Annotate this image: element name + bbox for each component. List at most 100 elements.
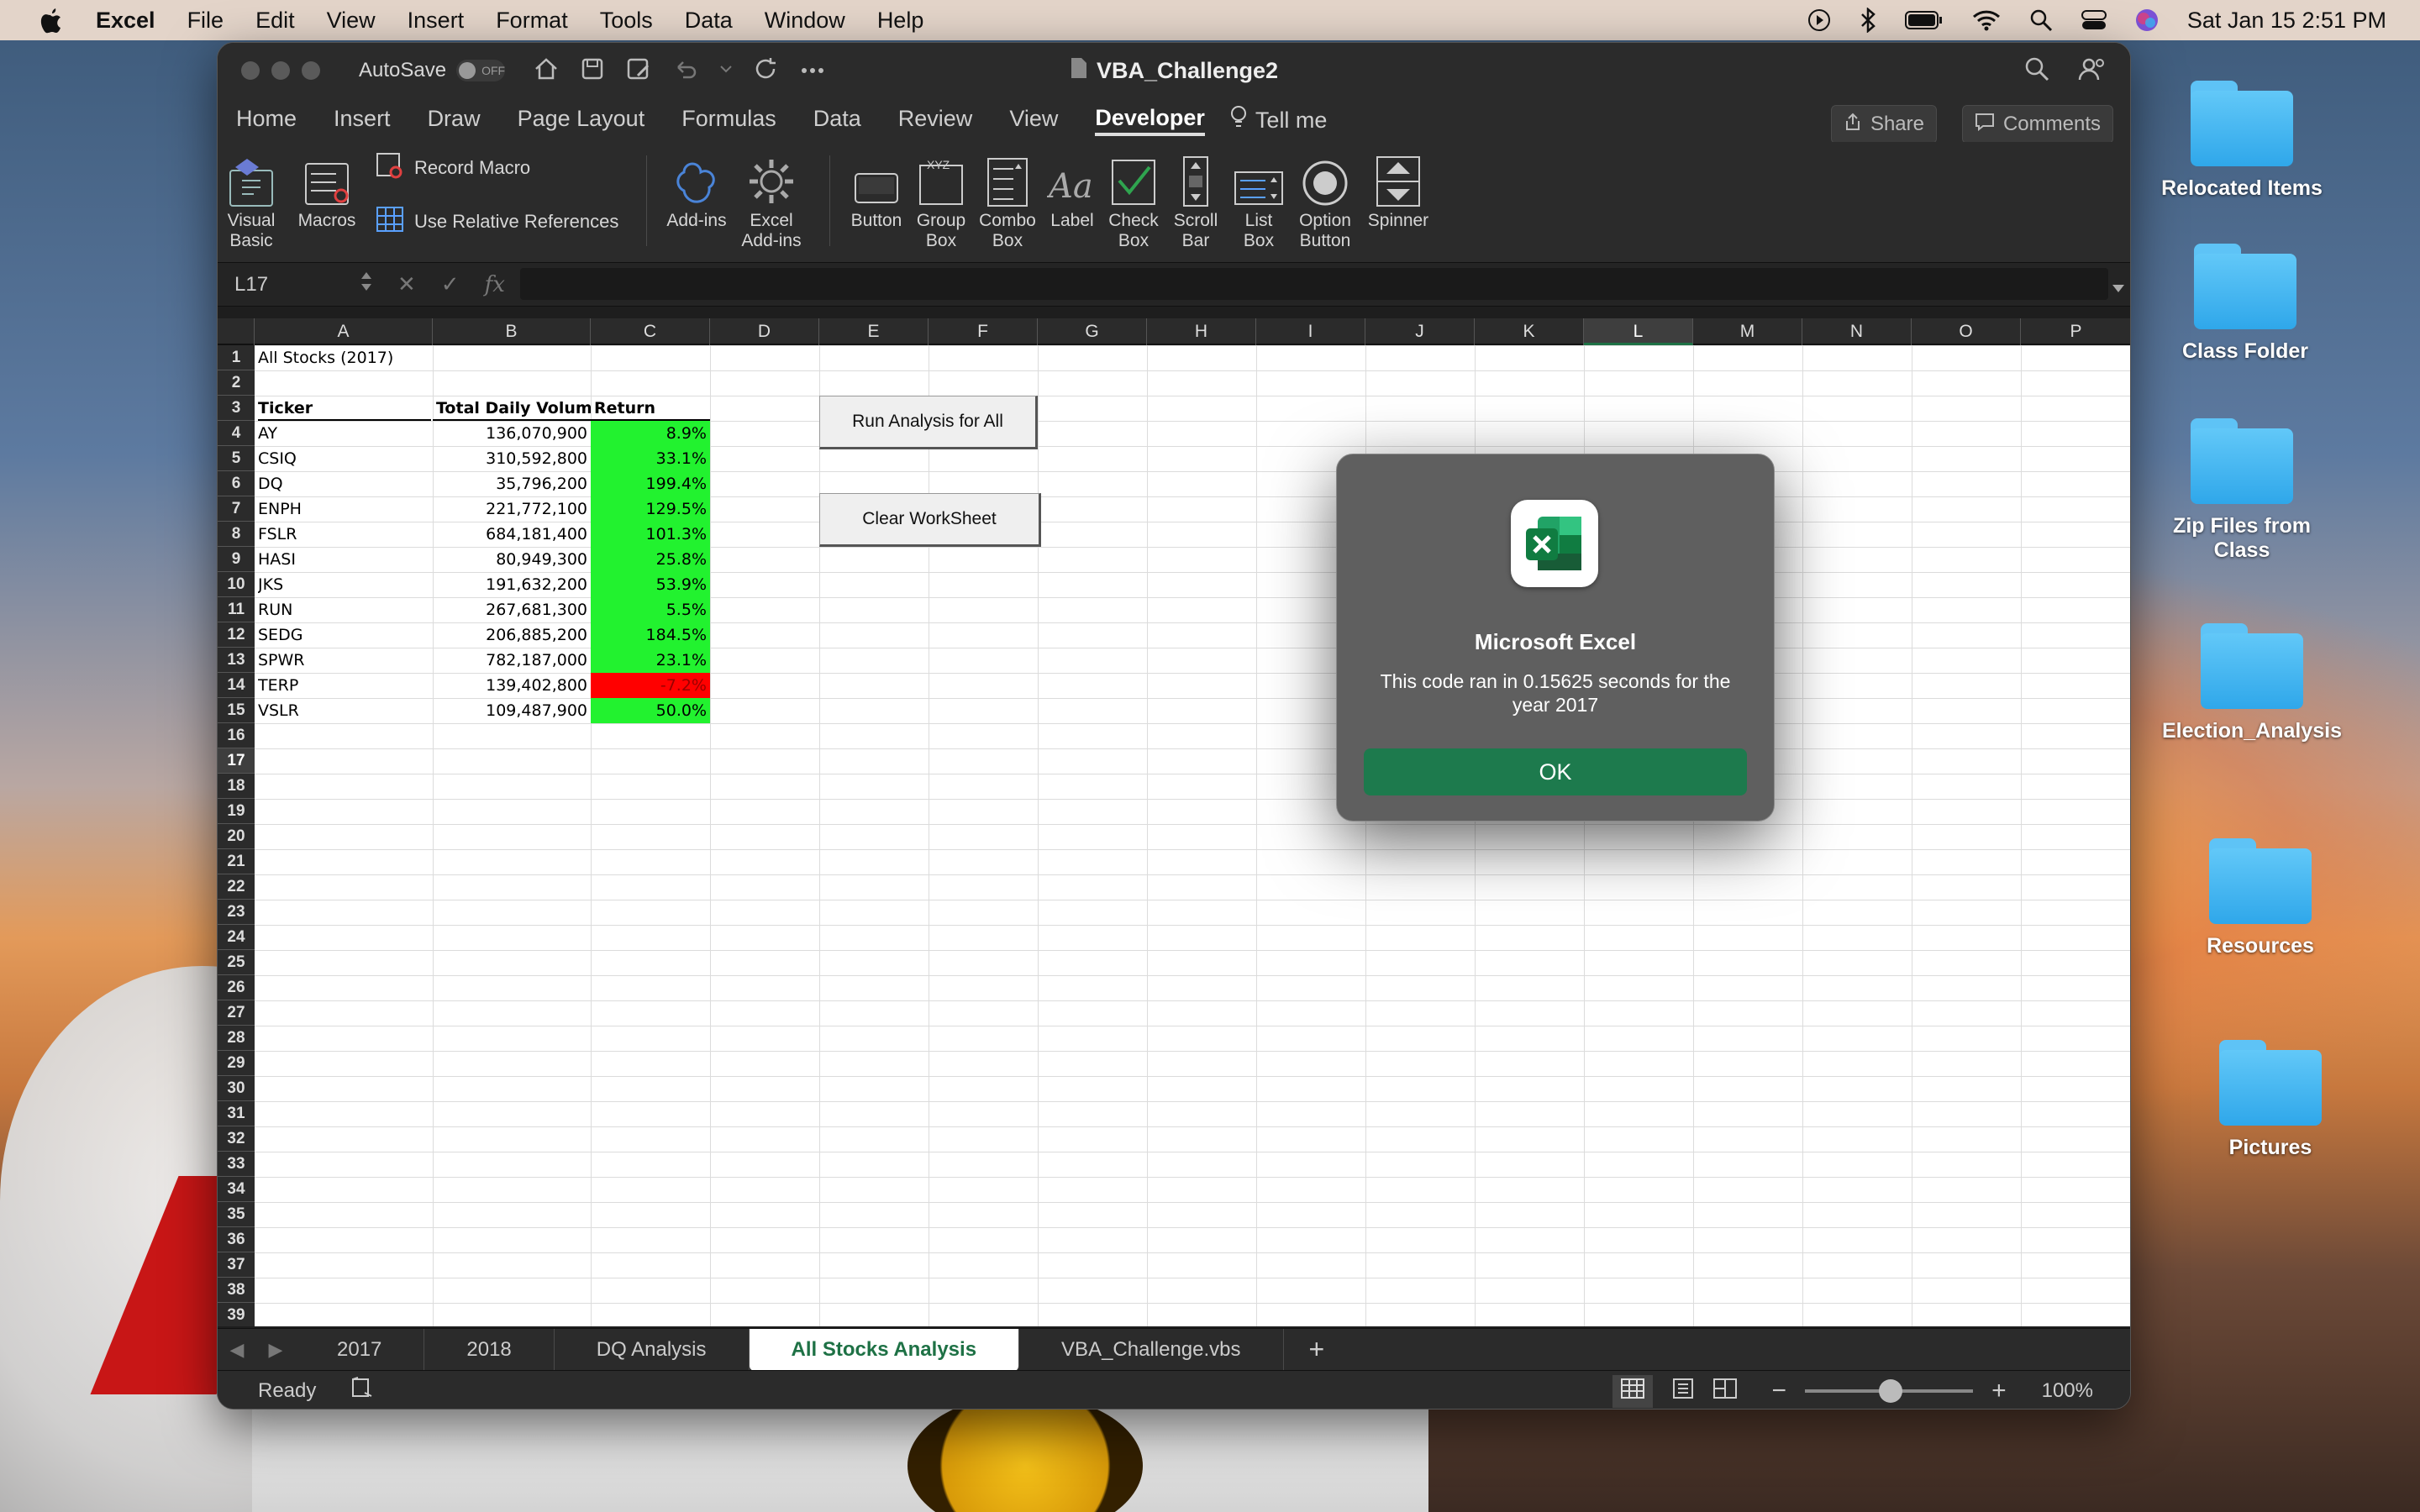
ticker-cell[interactable]: ENPH	[258, 496, 431, 522]
row-header[interactable]: 3	[218, 396, 255, 421]
row-header[interactable]: 30	[218, 1076, 255, 1101]
page-break-view-icon[interactable]	[1712, 1378, 1737, 1404]
return-cell[interactable]: 23.1%	[591, 648, 710, 673]
row-header[interactable]: 6	[218, 471, 255, 496]
redo-icon[interactable]	[754, 56, 779, 86]
row-header[interactable]: 20	[218, 824, 255, 849]
add-ins-button[interactable]: Add-ins	[661, 149, 732, 231]
ticker-cell[interactable]: SPWR	[258, 648, 431, 673]
search-icon[interactable]	[2024, 56, 2049, 86]
column-header[interactable]: C	[591, 318, 710, 345]
column-header[interactable]: P	[2021, 318, 2130, 345]
row-header[interactable]: 9	[218, 547, 255, 572]
column-header[interactable]: O	[1912, 318, 2021, 345]
row-header[interactable]: 21	[218, 849, 255, 874]
row-header[interactable]: 35	[218, 1202, 255, 1227]
label-control[interactable]: Aa Label	[1044, 149, 1100, 231]
share-button[interactable]: Share	[1830, 105, 1937, 144]
row-header[interactable]: 25	[218, 950, 255, 975]
accessibility-icon[interactable]	[350, 1376, 373, 1405]
row-header[interactable]: 19	[218, 799, 255, 824]
volume-cell[interactable]: 136,070,900	[433, 421, 591, 446]
row-header[interactable]: 23	[218, 900, 255, 925]
zoom-level[interactable]: 100%	[2042, 1379, 2093, 1403]
column-header[interactable]: J	[1365, 318, 1475, 345]
zoom-window-button[interactable]	[302, 61, 320, 80]
row-header[interactable]: 5	[218, 446, 255, 471]
row-header[interactable]: 1	[218, 345, 255, 370]
row-header[interactable]: 16	[218, 723, 255, 748]
row-header[interactable]: 18	[218, 774, 255, 799]
ticker-cell[interactable]: VSLR	[258, 698, 431, 723]
wifi-icon[interactable]	[1972, 9, 2001, 31]
row-header[interactable]: 38	[218, 1278, 255, 1303]
worksheet-grid[interactable]: A B C D E F G H I J K L M N O P 12345678…	[218, 318, 2130, 1326]
list-box-control[interactable]: List Box	[1229, 149, 1288, 251]
home-icon[interactable]	[534, 57, 559, 85]
ticker-cell[interactable]: RUN	[258, 597, 431, 622]
ok-button[interactable]: OK	[1364, 748, 1747, 795]
sheet-tab-all-stocks[interactable]: All Stocks Analysis	[749, 1328, 1020, 1371]
check-box-control[interactable]: Check Box	[1103, 149, 1164, 251]
desktop-folder-relocated-items[interactable]: Relocated Items	[2149, 81, 2334, 201]
ticker-cell[interactable]: DQ	[258, 471, 431, 496]
row-header[interactable]: 15	[218, 698, 255, 723]
use-relative-references-button[interactable]: Use Relative References	[376, 206, 618, 238]
desktop-folder-class-folder[interactable]: Class Folder	[2153, 244, 2338, 364]
sheet-tab-2017[interactable]: 2017	[295, 1328, 425, 1371]
option-button-control[interactable]: Option Button	[1292, 149, 1359, 251]
header-ticker[interactable]: Ticker	[258, 396, 431, 421]
volume-cell[interactable]: 267,681,300	[433, 597, 591, 622]
row-header[interactable]: 10	[218, 572, 255, 597]
tab-developer[interactable]: Developer	[1095, 105, 1205, 136]
row-header[interactable]: 37	[218, 1252, 255, 1278]
save-as-icon[interactable]	[626, 57, 651, 85]
add-sheet-button[interactable]: +	[1284, 1334, 1350, 1365]
formula-input[interactable]	[520, 268, 2108, 300]
menu-data[interactable]: Data	[685, 8, 733, 34]
column-header[interactable]: A	[255, 318, 433, 345]
column-header[interactable]: D	[710, 318, 819, 345]
row-header[interactable]: 2	[218, 370, 255, 396]
undo-icon[interactable]	[673, 57, 698, 85]
return-cell[interactable]: 184.5%	[591, 622, 710, 648]
close-window-button[interactable]	[241, 61, 260, 80]
sheet-tab-vba-challenge[interactable]: VBA_Challenge.vbs	[1019, 1328, 1284, 1371]
form-button-control[interactable]: Button	[844, 149, 908, 231]
menu-view[interactable]: View	[327, 8, 376, 34]
select-all-corner[interactable]	[218, 318, 255, 345]
row-header[interactable]: 12	[218, 622, 255, 648]
menu-edit[interactable]: Edit	[255, 8, 295, 34]
return-cell[interactable]: 101.3%	[591, 522, 710, 547]
tab-data[interactable]: Data	[813, 106, 861, 135]
ticker-cell[interactable]: FSLR	[258, 522, 431, 547]
visual-basic-button[interactable]: Visual Basic	[226, 149, 276, 251]
tell-me-search[interactable]: Tell me	[1230, 105, 1327, 136]
return-cell[interactable]: 25.8%	[591, 547, 710, 572]
desktop-folder-election-analysis[interactable]: Election_Analysis	[2160, 623, 2344, 743]
volume-cell[interactable]: 35,796,200	[433, 471, 591, 496]
tab-review[interactable]: Review	[898, 106, 973, 135]
record-macro-button[interactable]: Record Macro	[376, 152, 530, 184]
column-header[interactable]: K	[1475, 318, 1584, 345]
return-cell[interactable]: 53.9%	[591, 572, 710, 597]
volume-cell[interactable]: 139,402,800	[433, 673, 591, 698]
bluetooth-icon[interactable]	[1860, 8, 1876, 33]
tab-draw[interactable]: Draw	[428, 106, 481, 135]
confirm-formula-icon[interactable]: ✓	[441, 271, 460, 297]
return-cell[interactable]: 5.5%	[591, 597, 710, 622]
column-header[interactable]: G	[1038, 318, 1147, 345]
row-header[interactable]: 11	[218, 597, 255, 622]
tab-formulas[interactable]: Formulas	[681, 106, 776, 135]
volume-cell[interactable]: 80,949,300	[433, 547, 591, 572]
comments-button[interactable]: Comments	[1961, 105, 2113, 144]
desktop-folder-pictures[interactable]: Pictures	[2178, 1040, 2363, 1160]
row-header[interactable]: 27	[218, 1000, 255, 1026]
row-header[interactable]: 24	[218, 925, 255, 950]
row-header[interactable]: 26	[218, 975, 255, 1000]
tab-page-layout[interactable]: Page Layout	[518, 106, 645, 135]
sheet-tab-dq-analysis[interactable]: DQ Analysis	[555, 1328, 750, 1371]
column-header[interactable]: B	[433, 318, 591, 345]
sheet-tab-2018[interactable]: 2018	[424, 1328, 555, 1371]
tab-view[interactable]: View	[1009, 106, 1058, 135]
